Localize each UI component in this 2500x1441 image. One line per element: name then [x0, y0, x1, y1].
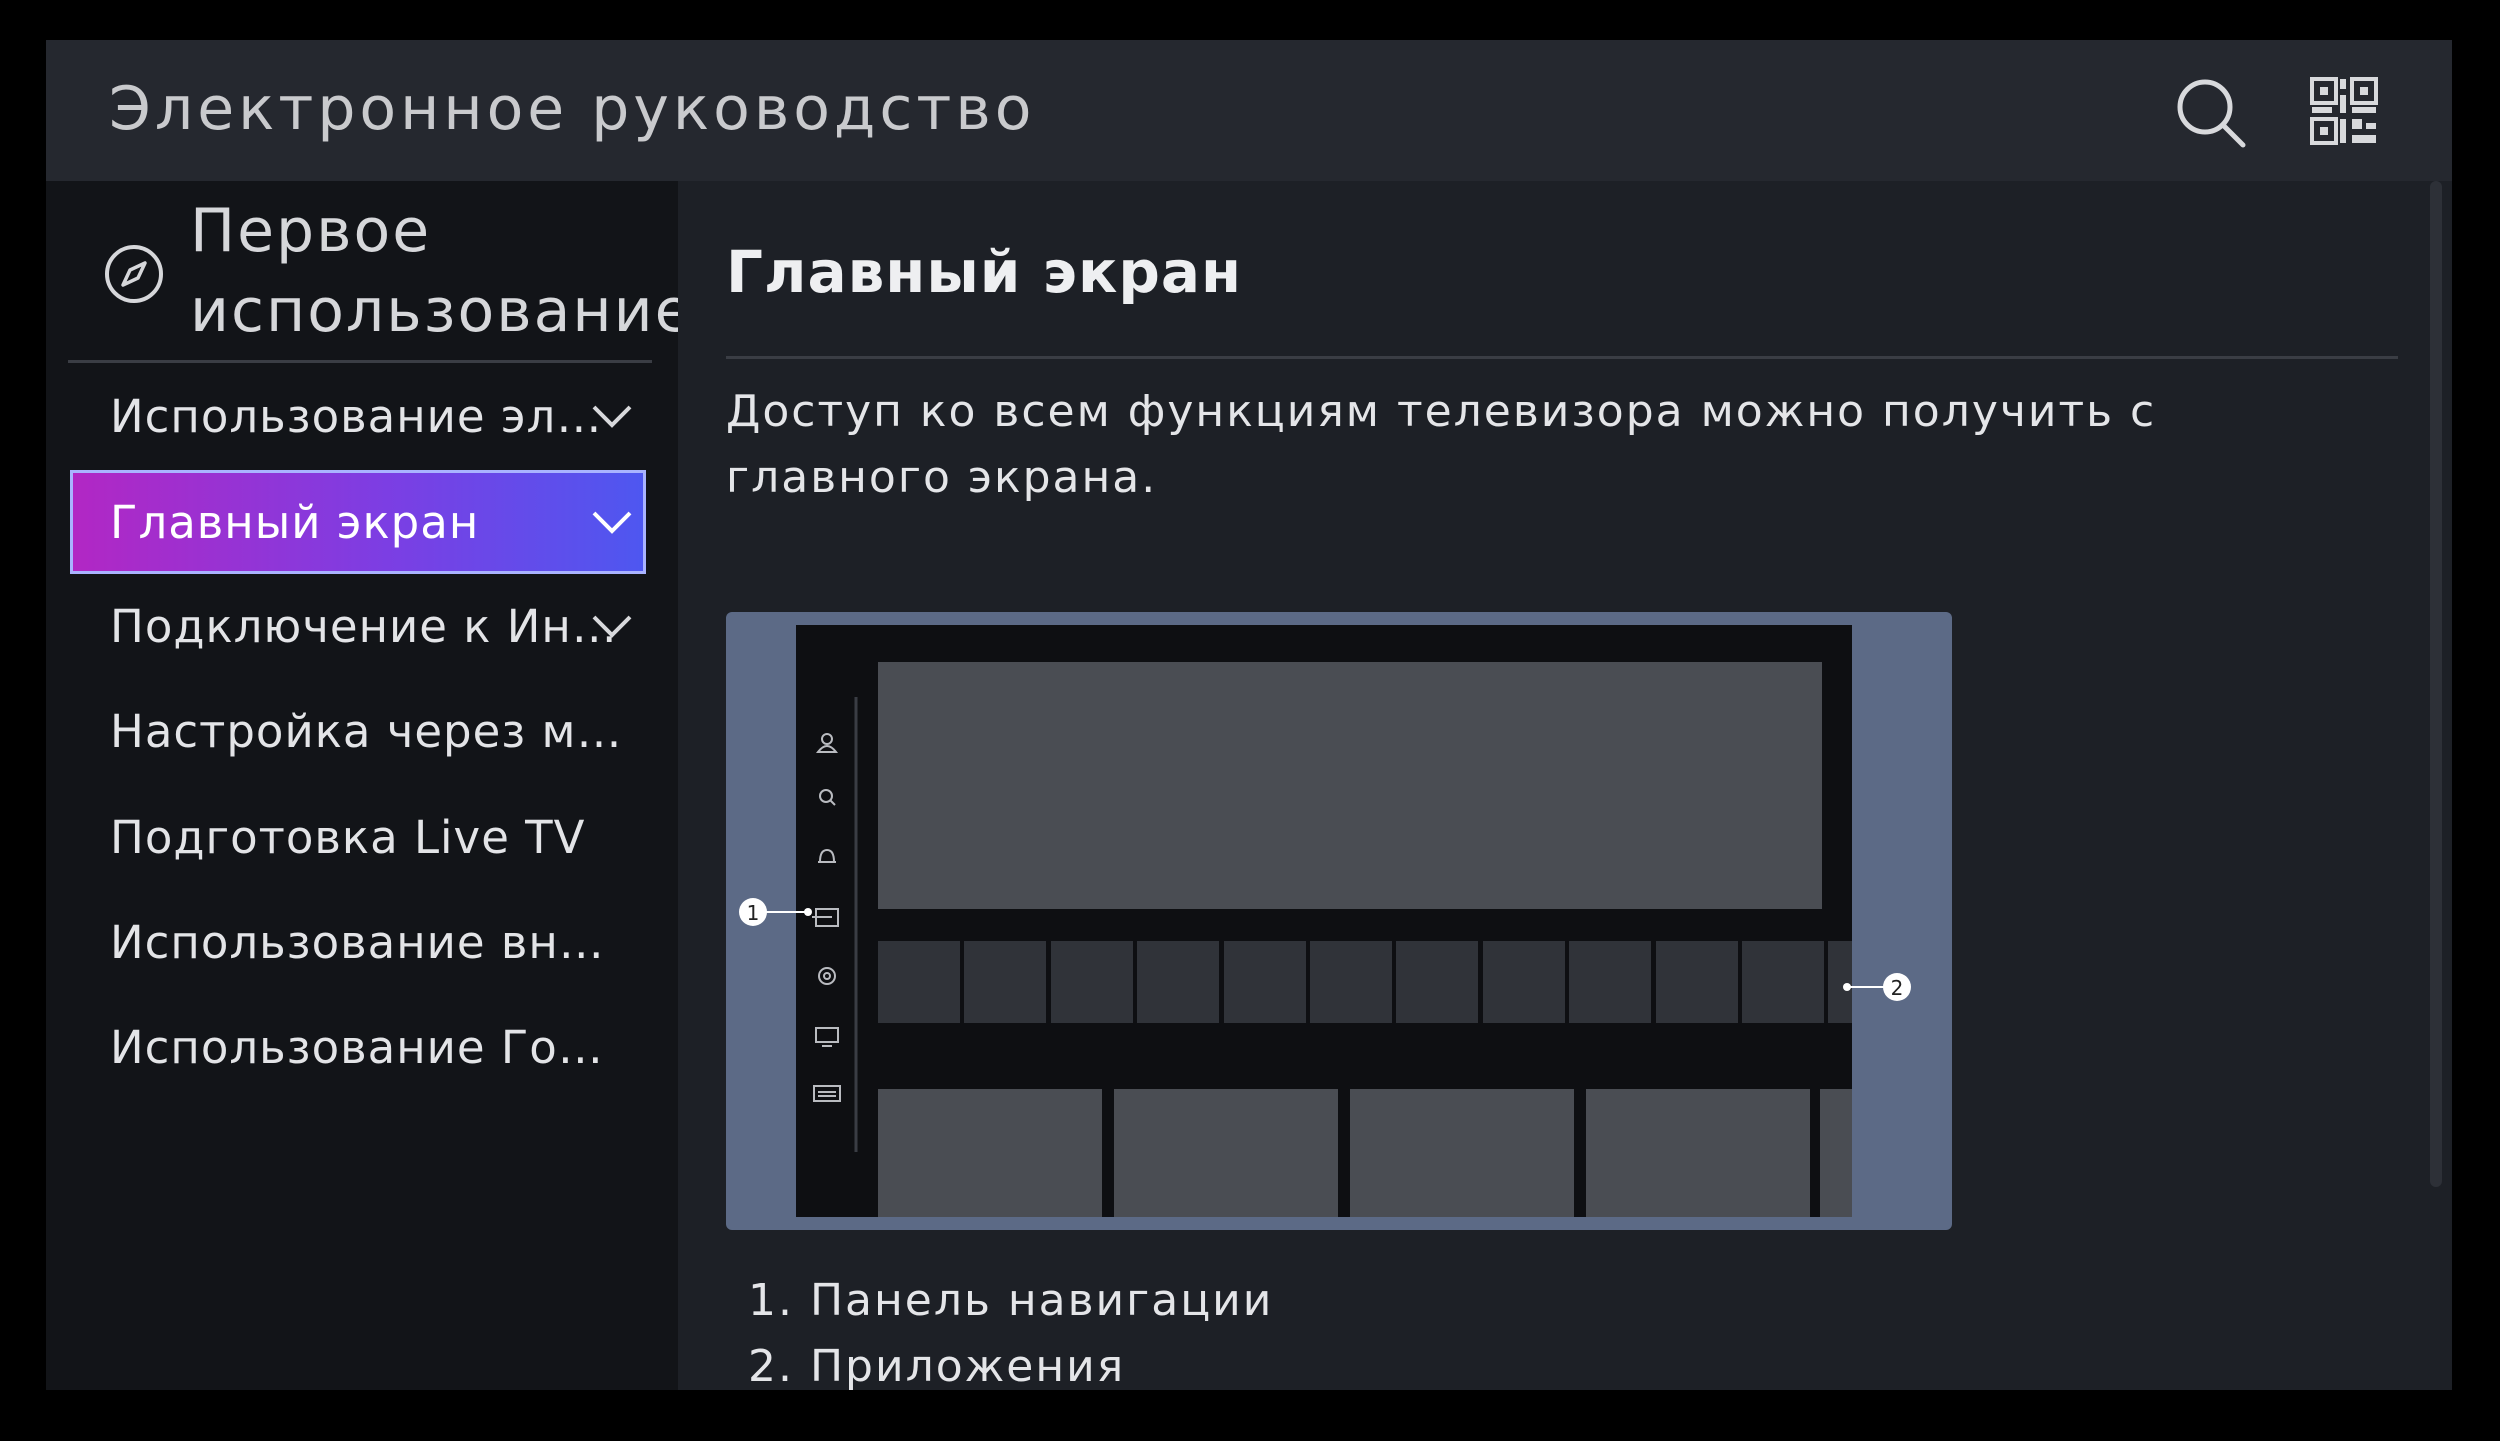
chevron-down-icon	[592, 615, 632, 638]
sidebar-item-live-tv[interactable]: Подготовка Live TV	[70, 785, 646, 889]
title-divider	[726, 356, 2398, 359]
legend-item-navigation-panel: 1. Панель навигации	[748, 1275, 1274, 1326]
callout-2-text: 2	[1891, 976, 1904, 1000]
qr-code-icon[interactable]	[2308, 75, 2380, 147]
intro-paragraph: Доступ ко всем функциям телевизора можно…	[726, 386, 2157, 503]
callout-1-text: 1	[747, 901, 760, 925]
hero-banner	[878, 662, 1822, 909]
content-panel: Главный экран Доступ ко всем функциям те…	[678, 181, 2452, 1390]
content-scrollbar[interactable]	[2430, 181, 2442, 1187]
sidebar-item-internet-connection[interactable]: Подключение к Ин…	[70, 574, 646, 678]
sidebar: Первое использование Использование эл… Г…	[46, 181, 692, 1390]
sidebar-item-voice[interactable]: Использование Го…	[70, 995, 646, 1099]
legend-list: 1. Панель навигации 2. Приложения	[748, 1268, 1273, 1390]
sidebar-item-mobile-setup[interactable]: Настройка через м…	[70, 679, 646, 783]
sidebar-item-label: Главный экран	[110, 495, 480, 549]
sidebar-item-label: Использование вн…	[110, 915, 605, 969]
home-screen-illustration: 1 2	[726, 612, 1952, 1230]
home-screen-diagram: 1 2	[739, 625, 1911, 1217]
chevron-down-icon	[592, 405, 632, 428]
chevron-down-icon	[592, 511, 632, 534]
app-title: Электронное руководство	[109, 74, 1036, 144]
sidebar-item-label: Подготовка Live TV	[110, 810, 586, 864]
app-tiles-row	[878, 941, 1852, 1023]
header-bar: Электронное руководство	[46, 40, 2452, 181]
sidebar-item-using-guide[interactable]: Использование эл…	[70, 364, 646, 468]
guide-screen: Электронное руководство Первое использов…	[46, 40, 2452, 1390]
sidebar-item-external-devices[interactable]: Использование вн…	[70, 890, 646, 994]
sidebar-section-title: Первое использование	[190, 196, 694, 346]
sidebar-item-home-screen[interactable]: Главный экран	[70, 470, 646, 574]
compass-icon	[105, 245, 163, 303]
sidebar-item-label: Настройка через м…	[110, 704, 623, 758]
page-title: Главный экран	[726, 238, 1243, 306]
legend-item-apps: 2. Приложения	[748, 1341, 1126, 1390]
sidebar-item-label: Использование эл…	[110, 389, 603, 443]
content-tiles-row	[878, 1089, 1852, 1217]
sidebar-item-label: Подключение к Ин…	[110, 599, 618, 653]
sidebar-item-label: Использование Го…	[110, 1020, 604, 1074]
sidebar-section-header: Первое использование	[68, 181, 692, 363]
search-icon[interactable]	[2173, 75, 2249, 151]
